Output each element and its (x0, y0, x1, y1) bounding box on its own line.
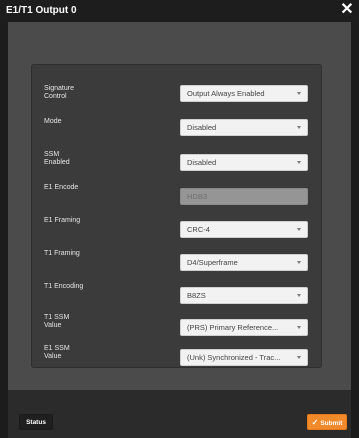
submit-button[interactable]: ✓ Submit (307, 414, 347, 430)
field-row-t1-framing: T1 Framing D4/Superframe (32, 250, 321, 284)
select-value: Output Always Enabled (187, 90, 265, 98)
field-row-e1-ssm-value: E1 SSM Value (Unk) Synchronized - Trac..… (32, 345, 321, 379)
select-value: HDB3 (187, 193, 208, 201)
chevron-down-icon (297, 161, 301, 164)
select-value: D4/Superframe (187, 259, 238, 267)
select-value: (Unk) Synchronized - Trac... (187, 354, 281, 362)
field-row-signature-control: Signature Control Output Always Enabled (32, 85, 321, 119)
field-label: Signature Control (44, 85, 74, 100)
field-label: E1 Framing (44, 217, 81, 224)
settings-panel: Signature Control Output Always Enabled … (31, 64, 322, 368)
select-value: Disabled (187, 159, 217, 167)
field-label: Mode (44, 118, 62, 125)
select-value: B8ZS (187, 292, 206, 300)
close-icon[interactable]: ✕ (339, 1, 355, 19)
e1-ssm-value-select[interactable]: (Unk) Synchronized - Trac... (180, 349, 308, 366)
signature-control-select[interactable]: Output Always Enabled (180, 85, 308, 102)
chevron-down-icon (297, 126, 301, 129)
status-button[interactable]: Status (19, 414, 53, 430)
field-label: T1 Encoding (44, 283, 84, 290)
chevron-down-icon (297, 261, 301, 264)
check-icon: ✓ (311, 418, 319, 427)
t1-encoding-select[interactable]: B8ZS (180, 287, 308, 304)
chevron-down-icon (297, 228, 301, 231)
field-label: T1 SSM Value (44, 314, 70, 329)
t1-framing-select[interactable]: D4/Superframe (180, 254, 308, 271)
field-label: SSM Enabled (44, 151, 70, 166)
field-row-ssm-enabled: SSM Enabled Disabled (32, 151, 321, 185)
e1-framing-select[interactable]: CRC-4 (180, 221, 308, 238)
chevron-down-icon (297, 294, 301, 297)
dialog-title: E1/T1 Output 0 (6, 5, 77, 16)
field-label: E1 Encode (44, 184, 79, 191)
field-row-t1-ssm-value: T1 SSM Value (PRS) Primary Reference... (32, 314, 321, 348)
select-value: CRC-4 (187, 226, 210, 234)
mode-select[interactable]: Disabled (180, 119, 308, 136)
chevron-down-icon (297, 326, 301, 329)
select-value: Disabled (187, 124, 217, 132)
ssm-enabled-select[interactable]: Disabled (180, 154, 308, 171)
field-label: T1 Framing (44, 250, 80, 257)
field-row-mode: Mode Disabled (32, 118, 321, 152)
dialog-body: Signature Control Output Always Enabled … (8, 22, 351, 390)
e1-encode-select: HDB3 (180, 188, 308, 205)
dialog-footer: Status ✓ Submit (8, 390, 351, 438)
dialog-titlebar: E1/T1 Output 0 ✕ (0, 0, 359, 22)
chevron-down-icon (297, 356, 301, 359)
chevron-down-icon (297, 92, 301, 95)
t1-ssm-value-select[interactable]: (PRS) Primary Reference... (180, 319, 308, 336)
select-value: (PRS) Primary Reference... (187, 324, 279, 332)
submit-label: Submit (320, 420, 343, 427)
field-row-e1-encode: E1 Encode HDB3 (32, 184, 321, 218)
field-row-e1-framing: E1 Framing CRC-4 (32, 217, 321, 251)
field-row-t1-encoding: T1 Encoding B8ZS (32, 283, 321, 317)
field-label: E1 SSM Value (44, 345, 70, 360)
